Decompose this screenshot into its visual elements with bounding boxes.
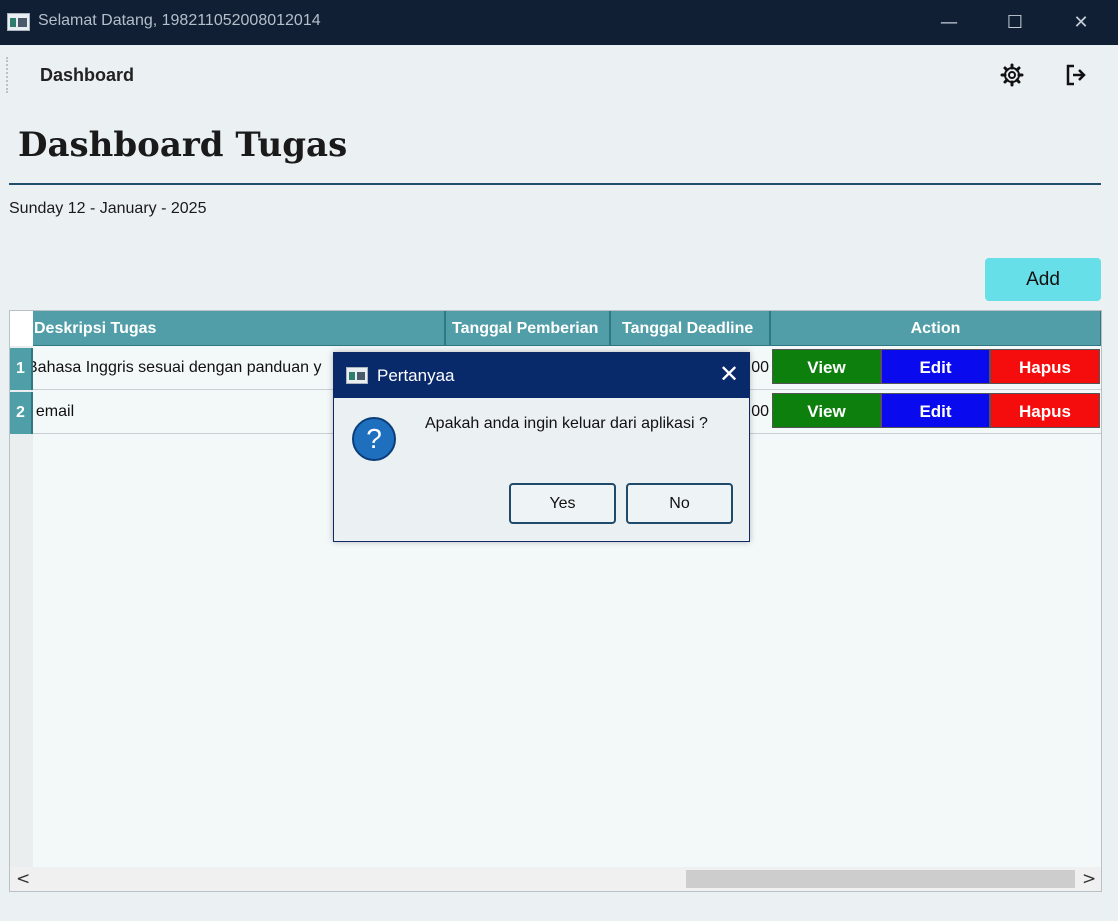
- app-icon: [7, 13, 30, 31]
- confirm-dialog: Pertanyaa ✕ ? Apakah anda ingin keluar d…: [333, 352, 750, 542]
- toolbar-grip[interactable]: [6, 57, 9, 93]
- minimize-button[interactable]: —: [916, 0, 982, 45]
- gear-icon[interactable]: [998, 61, 1026, 89]
- page-title: Dashboard Tugas: [18, 125, 348, 165]
- maximize-button[interactable]: ☐: [982, 0, 1048, 45]
- question-icon: ?: [352, 417, 396, 461]
- horizontal-scrollbar[interactable]: < >: [10, 867, 1101, 891]
- delete-button[interactable]: Hapus: [990, 349, 1100, 384]
- edit-button[interactable]: Edit: [881, 393, 990, 428]
- view-button[interactable]: View: [772, 393, 881, 428]
- row-number[interactable]: 1: [10, 348, 33, 390]
- view-button[interactable]: View: [772, 349, 881, 384]
- nav-title[interactable]: Dashboard: [40, 65, 134, 86]
- window-titlebar: Selamat Datang, 198211052008012014 — ☐ ✕: [0, 0, 1118, 45]
- cell-deskripsi-text: Bahasa Inggris sesuai dengan panduan y: [33, 359, 322, 376]
- column-header-tanggal-deadline[interactable]: Tanggal Deadline: [611, 311, 771, 346]
- scroll-left-icon[interactable]: <: [16, 869, 30, 889]
- close-window-button[interactable]: ✕: [1048, 0, 1114, 45]
- yes-button[interactable]: Yes: [509, 483, 616, 524]
- add-button[interactable]: Add: [985, 258, 1101, 301]
- dialog-titlebar[interactable]: Pertanyaa ✕: [334, 353, 749, 398]
- column-header-deskripsi[interactable]: Deskripsi Tugas: [33, 311, 446, 346]
- logout-icon[interactable]: [1062, 61, 1090, 89]
- table-corner[interactable]: [10, 311, 33, 346]
- dialog-message: Apakah anda ingin keluar dari aplikasi ?: [425, 415, 708, 432]
- column-header-action[interactable]: Action: [771, 311, 1101, 346]
- edit-button[interactable]: Edit: [881, 349, 990, 384]
- column-header-tanggal-pemberian[interactable]: Tanggal Pemberian: [446, 311, 611, 346]
- scroll-thumb[interactable]: [686, 870, 1075, 888]
- window-title: Selamat Datang, 198211052008012014: [38, 12, 321, 29]
- dialog-app-icon: [346, 367, 368, 384]
- dialog-title: Pertanyaa: [377, 366, 455, 385]
- date-label: Sunday 12 - January - 2025: [9, 200, 207, 217]
- scroll-right-icon[interactable]: >: [1082, 869, 1096, 889]
- cell-deskripsi-text: t email: [33, 403, 75, 420]
- no-button[interactable]: No: [626, 483, 733, 524]
- title-divider: [9, 183, 1101, 185]
- dialog-close-icon[interactable]: ✕: [714, 359, 744, 389]
- row-number[interactable]: 2: [10, 392, 33, 434]
- delete-button[interactable]: Hapus: [990, 393, 1100, 428]
- toolbar: Dashboard: [0, 45, 1118, 105]
